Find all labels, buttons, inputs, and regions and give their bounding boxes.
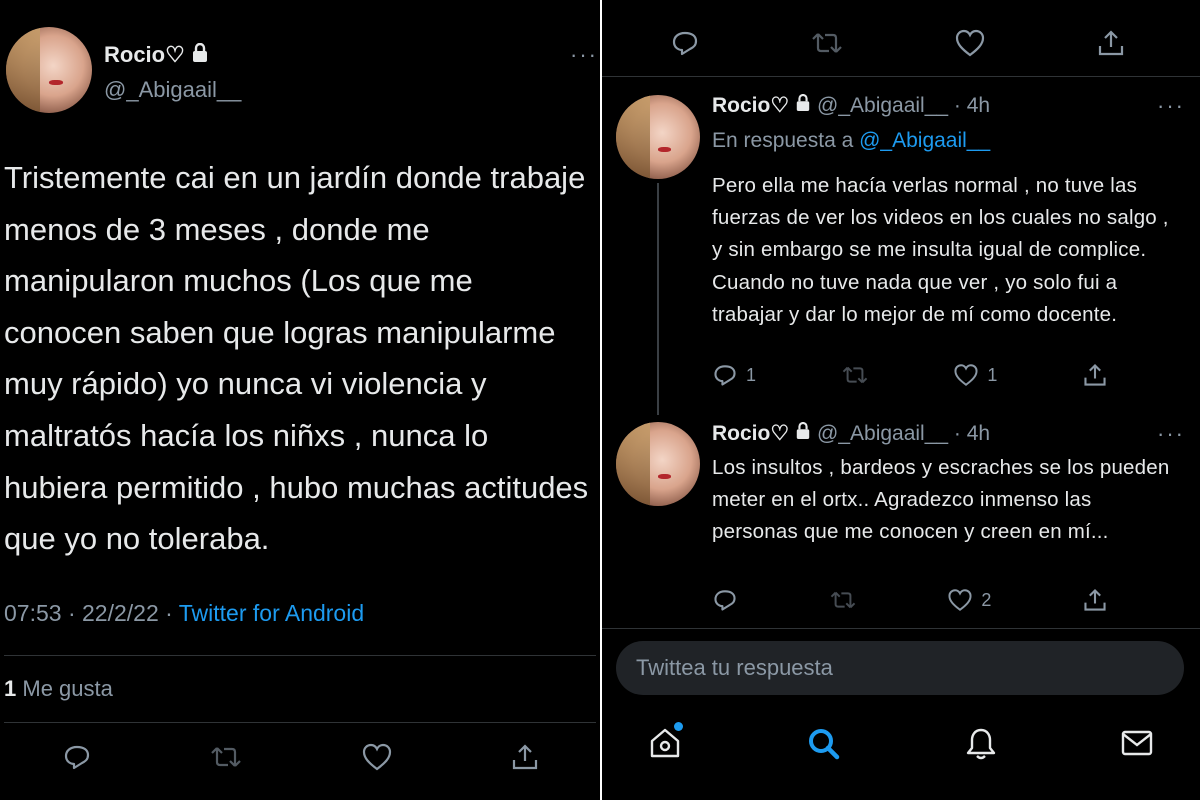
divider: [4, 722, 596, 723]
handle-time[interactable]: @_Abigaail__ · 4h: [811, 94, 990, 117]
likes-count: 1: [4, 676, 17, 701]
messages-icon[interactable]: [1120, 728, 1154, 763]
thread-connector: [657, 183, 659, 415]
reply-button[interactable]: [670, 28, 700, 58]
share-button[interactable]: [1082, 587, 1108, 613]
author-name[interactable]: Rocio♡: [712, 422, 789, 445]
like-button[interactable]: [361, 742, 393, 772]
notifications-icon[interactable]: [964, 726, 998, 767]
share-icon: [1098, 30, 1124, 56]
reply-header[interactable]: Rocio♡ @_Abigaail__ · 4h: [712, 93, 990, 118]
reply-icon: [714, 365, 736, 386]
home-icon[interactable]: [648, 726, 682, 765]
heart-icon: [954, 364, 978, 386]
divider: [602, 628, 1200, 629]
reply-icon: [64, 745, 90, 770]
author-handle[interactable]: @_Abigaail__: [104, 77, 241, 103]
reply-input[interactable]: Twittea tu respuesta: [616, 641, 1184, 695]
divider: [602, 76, 1200, 77]
reply-button[interactable]: 1: [712, 362, 756, 388]
share-icon: [1084, 363, 1106, 386]
like-count: 1: [987, 364, 998, 385]
share-button[interactable]: [510, 742, 540, 772]
lock-icon: [795, 422, 811, 446]
reply-actions: 1 1: [712, 362, 1108, 388]
tweet-text: Tristemente cai en un jardín donde traba…: [4, 160, 589, 557]
more-options-icon[interactable]: ···: [570, 42, 598, 68]
retweet-icon: [830, 591, 855, 609]
avatar[interactable]: [616, 95, 700, 179]
retweet-button[interactable]: [209, 742, 243, 772]
like-button[interactable]: [954, 28, 986, 58]
heart-icon: [362, 743, 391, 771]
share-icon: [512, 744, 538, 770]
like-button[interactable]: 1: [953, 362, 997, 388]
reply-mention[interactable]: @_Abigaail__: [859, 129, 990, 152]
client-link[interactable]: Twitter for Android: [179, 600, 364, 626]
likes-label: Me gusta: [16, 676, 113, 701]
share-icon: [1084, 588, 1106, 611]
tweet-actions: [62, 742, 540, 772]
author-name[interactable]: Rocio♡: [104, 42, 185, 67]
share-button[interactable]: [1082, 362, 1108, 388]
reply-header[interactable]: Rocio♡ @_Abigaail__ · 4h: [712, 421, 990, 446]
divider: [4, 655, 596, 656]
lock-icon: [191, 43, 209, 69]
notification-dot: [674, 722, 683, 731]
reply-icon: [672, 31, 698, 56]
retweet-icon: [812, 33, 842, 53]
thread-panel: Rocio♡ @_Abigaail__ · 4h ··· En respuest…: [602, 0, 1200, 800]
retweet-button[interactable]: [810, 28, 844, 58]
author-name[interactable]: Rocio♡: [712, 94, 789, 117]
retweet-button[interactable]: [841, 362, 869, 388]
share-button[interactable]: [1096, 28, 1126, 58]
reply-to-label: En respuesta a: [712, 129, 860, 152]
main-tweet-panel: Rocio♡ @_Abigaail__ ··· Tristemente cai …: [0, 0, 600, 800]
more-options-icon[interactable]: ···: [1157, 93, 1185, 119]
handle-time[interactable]: @_Abigaail__ · 4h: [811, 422, 990, 445]
more-options-icon[interactable]: ···: [1157, 421, 1185, 447]
retweet-icon: [211, 747, 242, 767]
retweet-button[interactable]: [829, 587, 857, 613]
like-button[interactable]: 2: [947, 587, 991, 613]
previous-tweet-actions: [670, 28, 1126, 58]
reply-context: En respuesta a @_Abigaail__: [712, 129, 990, 153]
bottom-nav: [602, 710, 1200, 800]
search-icon[interactable]: [806, 726, 842, 767]
author-name-row[interactable]: Rocio♡: [104, 42, 209, 69]
tweet-timestamp: 07:53 · 22/2/22 ·: [4, 600, 179, 626]
tweet-meta: 07:53 · 22/2/22 · Twitter for Android: [4, 600, 364, 627]
retweet-icon: [842, 366, 867, 384]
reply-text: Pero ella me hacía verlas normal , no tu…: [712, 174, 1169, 326]
reply-button[interactable]: [62, 742, 92, 772]
reply-actions: 2: [712, 587, 1108, 613]
avatar[interactable]: [616, 422, 700, 506]
heart-icon: [948, 589, 972, 611]
likes-row[interactable]: 1 Me gusta: [4, 676, 113, 702]
like-count: 2: [981, 589, 992, 610]
heart-icon: [955, 29, 985, 57]
avatar[interactable]: [6, 27, 92, 113]
reply-button[interactable]: [712, 587, 738, 613]
reply-text: Los insultos , bardeos y escraches se lo…: [712, 456, 1170, 544]
reply-icon: [714, 590, 736, 611]
lock-icon: [795, 94, 811, 118]
reply-count: 1: [746, 364, 757, 385]
